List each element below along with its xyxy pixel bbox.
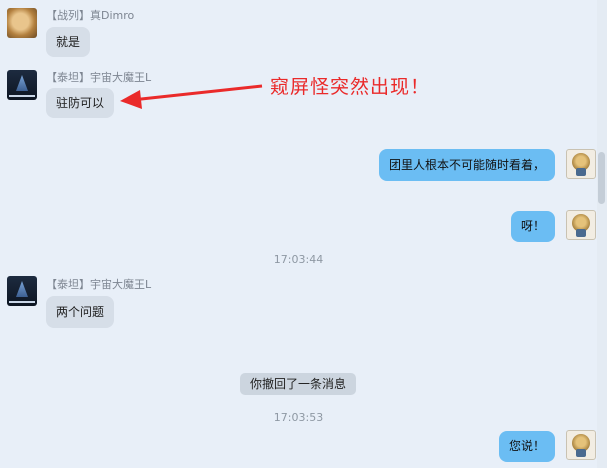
sender-group: 【战列】 <box>46 9 90 22</box>
message-bubble-outgoing[interactable]: 呀！ <box>510 211 555 242</box>
sender-name-l: 【泰坦】宇宙大魔王L <box>46 276 151 292</box>
message-bubble-incoming[interactable]: 两个问题 <box>46 296 115 328</box>
avatar-tower-shape <box>16 281 28 297</box>
recall-notice: 你撤回了一条消息 <box>240 373 357 395</box>
scrollbar-thumb[interactable] <box>598 152 605 204</box>
avatar-body-shape <box>576 449 586 457</box>
sender-group: 【泰坦】 <box>46 71 90 84</box>
sender-avatar-l[interactable] <box>7 70 37 100</box>
avatar-tower-shape <box>16 75 28 91</box>
avatar-body-shape <box>576 168 586 176</box>
annotation-text: 窥屏怪突然出现！ <box>270 76 431 98</box>
sender-name-l: 【泰坦】宇宙大魔王L <box>46 69 151 85</box>
my-avatar[interactable] <box>566 210 596 240</box>
message-bubble-outgoing[interactable]: 您说！ <box>498 431 555 462</box>
chat-area[interactable]: 【战列】真Dimro 就是 【泰坦】宇宙大魔王L 驻防可以 窥屏怪突然出现！ 团… <box>0 0 597 468</box>
timestamp: 17:03:44 <box>273 253 324 266</box>
message-bubble-outgoing[interactable]: 团里人根本不可能随时看着， <box>378 149 555 181</box>
message-bubble-incoming[interactable]: 就是 <box>46 27 91 57</box>
sender-avatar-dimro[interactable] <box>7 8 37 38</box>
sender-name-dimro: 【战列】真Dimro <box>46 7 134 23</box>
avatar-caption-bar <box>9 301 35 303</box>
my-avatar[interactable] <box>566 430 596 460</box>
avatar-body-shape <box>576 229 586 237</box>
sender-group: 【泰坦】 <box>46 278 90 291</box>
sender-nickname: 真Dimro <box>90 9 135 22</box>
avatar-caption-bar <box>9 95 35 97</box>
sender-nickname: 宇宙大魔王L <box>90 71 152 84</box>
scrollbar-track[interactable] <box>597 0 607 468</box>
sender-nickname: 宇宙大魔王L <box>90 278 152 291</box>
message-bubble-incoming[interactable]: 驻防可以 <box>46 88 115 118</box>
sender-avatar-l[interactable] <box>7 276 37 306</box>
timestamp: 17:03:53 <box>273 411 324 424</box>
my-avatar[interactable] <box>566 149 596 179</box>
